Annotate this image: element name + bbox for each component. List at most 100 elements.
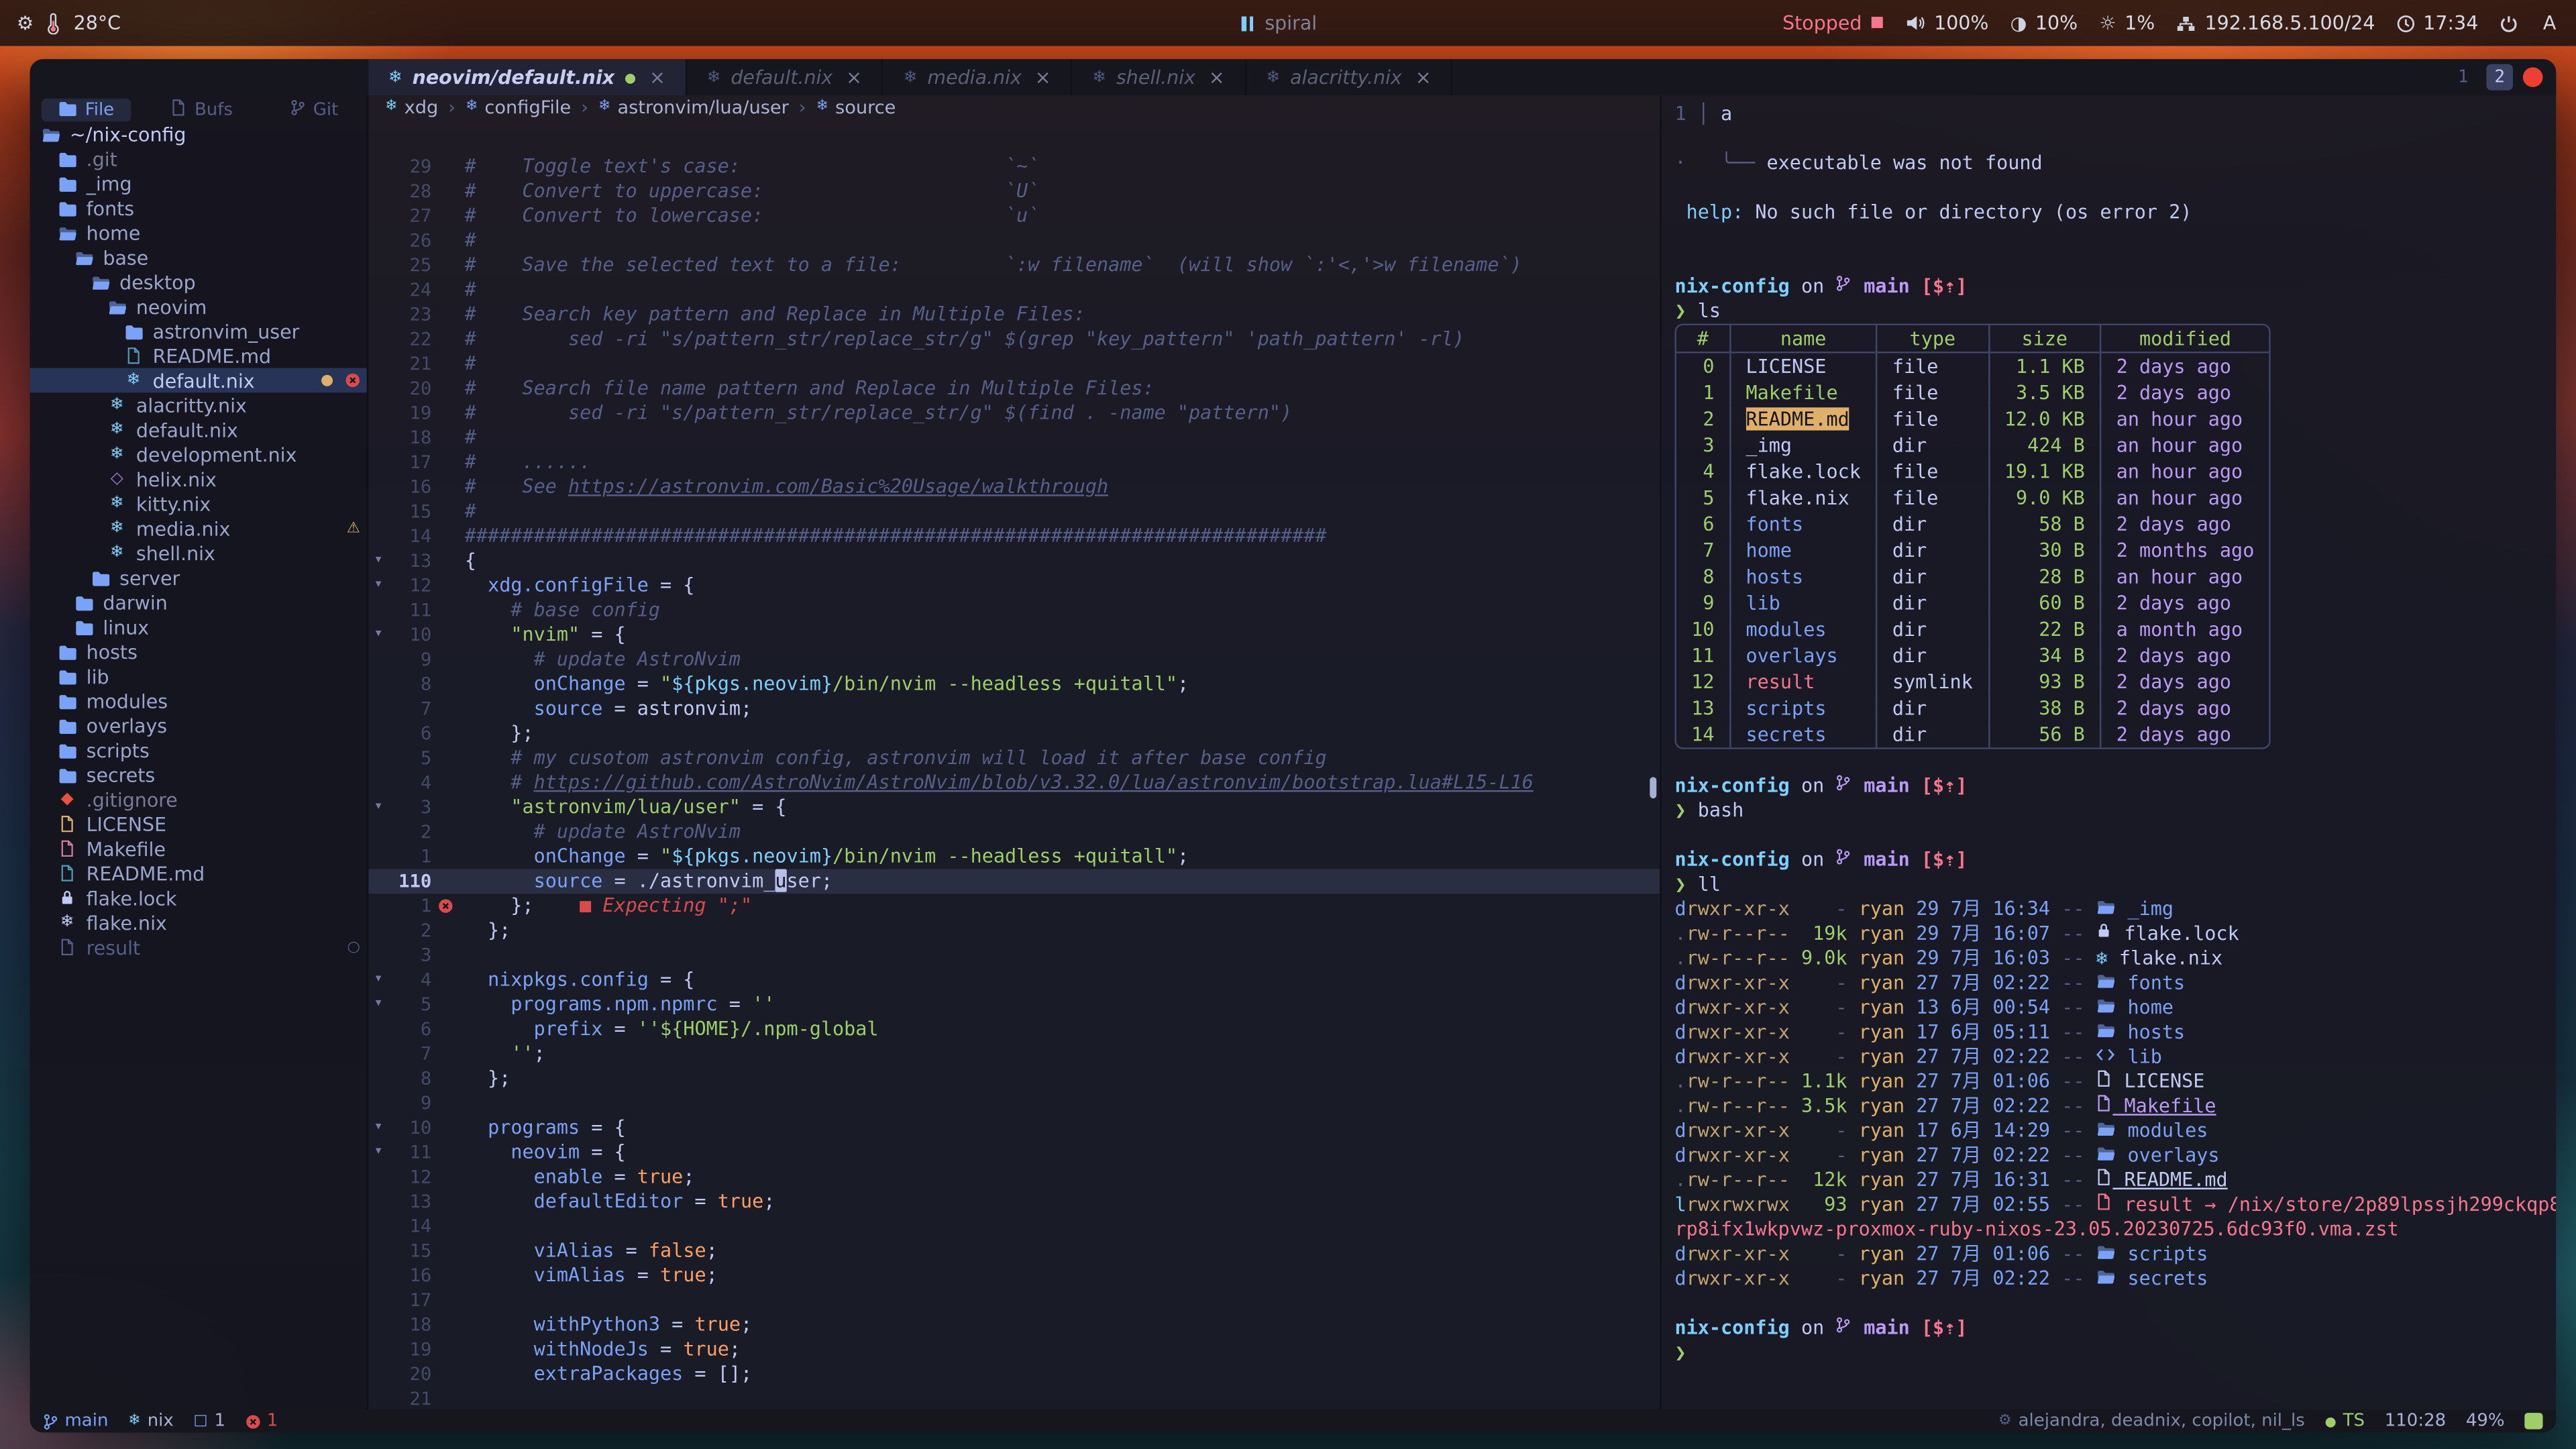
tree-item[interactable]: ❄flake.nix	[30, 910, 367, 935]
fold-arrow-icon[interactable]: ▾	[368, 1116, 388, 1140]
diagnostics-segment[interactable]: 1	[246, 1411, 278, 1431]
terminal-line: drwxr-xr-x - ryan 27 7月 02:22 -- secrets	[1674, 1267, 2556, 1291]
tree-item[interactable]: home	[30, 220, 367, 245]
tree-item[interactable]: linux	[30, 614, 367, 639]
tree-item[interactable]: server	[30, 565, 367, 590]
network-module[interactable]: 192.168.5.100/24	[2176, 11, 2375, 34]
tree-item[interactable]: result○	[30, 934, 367, 959]
line-number: 15	[388, 499, 431, 524]
code-line: 9 # update AstroNvim	[368, 647, 1660, 672]
fold-arrow-icon[interactable]: ▾	[368, 1140, 388, 1165]
chevron-right-icon: ›	[581, 96, 588, 117]
tree-item[interactable]: fonts	[30, 195, 367, 220]
buffer-tab-label: alacritty.nix	[1290, 66, 1402, 89]
tree-item[interactable]: ◆.gitignore	[30, 787, 367, 812]
tree-item[interactable]: .git	[30, 146, 367, 171]
tabpage-indicator[interactable]: 1	[2450, 64, 2477, 91]
window-close-button[interactable]	[2523, 67, 2543, 87]
terminal-line: 1 │ a	[1674, 102, 2556, 127]
scrollbar-marker[interactable]	[1650, 777, 1656, 798]
code-line: 21	[368, 1387, 1660, 1409]
tree-item[interactable]: ❄alacritty.nix	[30, 392, 367, 417]
close-icon[interactable]: ×	[1415, 66, 1432, 89]
fold-arrow-icon[interactable]: ▾	[368, 967, 388, 992]
fold-arrow-icon[interactable]: ▾	[368, 623, 388, 647]
cursor-position: 110:28	[2385, 1411, 2446, 1431]
line-number: 1	[388, 894, 431, 918]
tree-item[interactable]: ❄default.nix	[30, 417, 367, 442]
code-line: ▾12 xdg.configFile = {	[368, 574, 1660, 598]
power-icon[interactable]	[2500, 14, 2518, 32]
breadcrumb-item[interactable]: ❄astronvim/lua/user	[598, 96, 789, 117]
close-icon[interactable]: ×	[1035, 66, 1051, 89]
buffer-tab[interactable]: ❄default.nix×	[687, 59, 883, 95]
tree-item[interactable]: LICENSE	[30, 812, 367, 837]
mic-value: 10%	[2035, 11, 2078, 34]
tree-item-label: server	[119, 566, 180, 589]
media-player-module[interactable]: spiral	[1242, 11, 1318, 34]
terminal-post: nix-config on main [$⇡]❯ bash nix-config…	[1674, 749, 2556, 1365]
tree-item[interactable]: overlays	[30, 713, 367, 738]
code-line: 9	[368, 1091, 1660, 1116]
brightness-module[interactable]: ☼ 1%	[2099, 11, 2155, 34]
player-status-module[interactable]: Stopped ■	[1782, 11, 1884, 34]
buffer-tab-label: default.nix	[731, 66, 833, 89]
fold-arrow-icon[interactable]: ▾	[368, 574, 388, 598]
tree-item[interactable]: README.md	[30, 343, 367, 368]
breadcrumb-item[interactable]: ❄xdg	[385, 96, 438, 117]
tree-item[interactable]: ❄default.nix●	[30, 368, 367, 393]
buffer-tab[interactable]: ❄shell.nix×	[1073, 59, 1246, 95]
tree-item[interactable]: ❄shell.nix	[30, 541, 367, 566]
buffer-tab[interactable]: ❄media.nix×	[883, 59, 1073, 95]
tree-item[interactable]: astronvim_user	[30, 319, 367, 343]
close-icon[interactable]: ×	[1209, 66, 1225, 89]
tree-item[interactable]: darwin	[30, 590, 367, 614]
settings-gear-icon[interactable]: ⚙	[17, 11, 34, 34]
tree-item[interactable]: ❄development.nix	[30, 442, 367, 467]
breadcrumb-item[interactable]: ❄configFile	[466, 96, 571, 117]
clock-module[interactable]: 17:34	[2397, 11, 2479, 34]
error-sign-icon	[431, 894, 458, 918]
tree-item[interactable]: hosts	[30, 639, 367, 664]
tree-item[interactable]: desktop	[30, 270, 367, 294]
close-icon[interactable]: ×	[649, 66, 665, 89]
tree-item[interactable]: base	[30, 245, 367, 270]
tree-item[interactable]: flake.lock	[30, 885, 367, 910]
keyboard-layout[interactable]: A	[2540, 11, 2559, 34]
tree-item-label: desktop	[119, 270, 196, 293]
fold-arrow-icon[interactable]: ▾	[368, 549, 388, 574]
tree-item[interactable]: _img	[30, 171, 367, 196]
tree-item[interactable]: README.md	[30, 861, 367, 885]
fold-arrow-icon[interactable]: ▾	[368, 992, 388, 1017]
code-line: 13 defaultEditor = true;	[368, 1189, 1660, 1214]
terminal-pane[interactable]: 1 │ a · ╰── executable was not found hel…	[1660, 95, 2556, 1409]
code-editor[interactable]: ❄xdg›❄configFile›❄astronvim/lua/user›❄so…	[368, 95, 1660, 1409]
tree-item[interactable]: neovim	[30, 294, 367, 319]
tree-item[interactable]: ~/nix-config	[30, 121, 367, 146]
code-line: ▾5 programs.npm.npmrc = ''	[368, 992, 1660, 1017]
close-icon[interactable]: ×	[846, 66, 862, 89]
tree-item[interactable]: ◇helix.nix	[30, 467, 367, 492]
buffer-tab[interactable]: ❄neovim/default.nix●×	[368, 59, 687, 95]
breadcrumb-item[interactable]: ❄source	[816, 96, 896, 117]
buffer-tab[interactable]: ❄alacritty.nix×	[1246, 59, 1453, 95]
ls-table-row: 10modulesdir22 Ba month ago	[1676, 616, 2269, 642]
tabpage-indicator[interactable]: 2	[2486, 64, 2513, 91]
tree-item[interactable]: lib	[30, 663, 367, 688]
nix-file-icon: ❄	[904, 68, 918, 87]
main-window: ❄neovim/default.nix●×❄default.nix×❄media…	[30, 59, 2557, 1432]
code-area[interactable]: 29# Toggle text's case: `~`28# Convert t…	[368, 154, 1660, 1409]
tree-item[interactable]: ❄kitty.nix	[30, 491, 367, 516]
mic-module[interactable]: ◑ 10%	[2010, 11, 2078, 34]
volume-module[interactable]: 100%	[1906, 11, 1988, 34]
tree-item[interactable]: secrets	[30, 762, 367, 787]
tree-item[interactable]: Makefile	[30, 837, 367, 861]
tree-item[interactable]: ❄media.nix⚠	[30, 516, 367, 541]
file-tree[interactable]: ~/nix-config.git_imgfontshomebasedesktop…	[30, 118, 367, 1409]
line-number: 21	[388, 352, 431, 376]
fold-arrow-icon[interactable]: ▾	[368, 795, 388, 820]
folder-icon	[56, 717, 78, 733]
folder-icon	[58, 99, 76, 121]
tree-item[interactable]: scripts	[30, 738, 367, 763]
tree-item[interactable]: modules	[30, 688, 367, 713]
